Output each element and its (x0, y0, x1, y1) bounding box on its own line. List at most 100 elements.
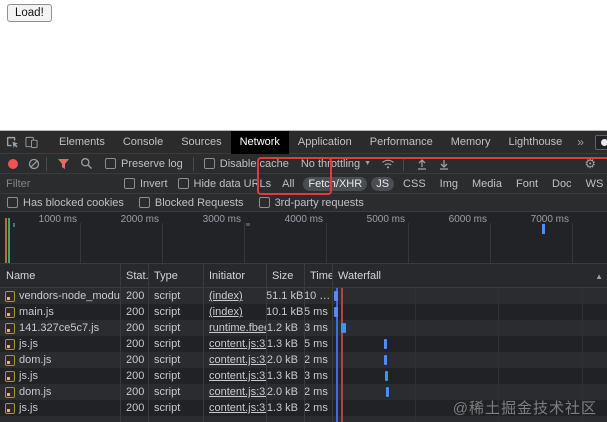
overview-dcl-event-line (8, 218, 10, 263)
preserve-log-checkbox[interactable] (105, 158, 116, 169)
pill-css[interactable]: CSS (398, 177, 431, 191)
pill-img[interactable]: Img (435, 177, 463, 191)
request-initiator-link[interactable]: content.js:32 (203, 336, 266, 352)
blocked-requests-label: Blocked Requests (154, 196, 244, 209)
advanced-filters-bar: Has blocked cookies Blocked Requests 3rd… (0, 194, 607, 212)
waterfall-bar[interactable] (384, 339, 387, 349)
pill-js[interactable]: JS (371, 176, 395, 191)
invert-checkbox[interactable] (124, 178, 135, 189)
ruler-gridline (326, 223, 327, 263)
request-status: 200 (126, 338, 145, 350)
record-button[interactable] (8, 158, 18, 169)
clear-icon[interactable] (28, 158, 40, 170)
preserve-log-toggle[interactable]: Preserve log (105, 158, 183, 170)
pill-font[interactable]: Font (511, 177, 543, 191)
screen: Load! Elements Console Sources Network A… (0, 0, 607, 422)
request-initiator-link[interactable]: content.js:32 (203, 352, 266, 368)
tab-performance[interactable]: Performance (361, 131, 442, 154)
column-divider[interactable] (266, 264, 267, 422)
third-party-toggle[interactable]: 3rd-party requests (258, 197, 364, 209)
request-name: js.js (19, 402, 38, 414)
col-time[interactable]: Time (304, 270, 332, 282)
request-initiator-link[interactable]: (index) (203, 288, 266, 304)
more-tabs-icon[interactable]: » (571, 135, 590, 149)
pill-doc[interactable]: Doc (547, 177, 577, 191)
request-initiator-link[interactable]: runtime.fbee… (203, 320, 266, 336)
request-type: script (154, 290, 181, 302)
network-conditions-icon[interactable] (381, 158, 395, 169)
script-file-icon (5, 322, 15, 334)
inspect-element-icon[interactable] (6, 134, 19, 150)
tab-network[interactable]: Network (230, 130, 289, 154)
third-party-checkbox[interactable] (258, 197, 270, 208)
request-time: 2 ms (304, 402, 328, 414)
invert-toggle[interactable]: Invert (124, 178, 168, 190)
devtools-panel: Elements Console Sources Network Applica… (0, 130, 607, 422)
has-blocked-cookies-label: Has blocked cookies (23, 196, 124, 209)
col-waterfall[interactable]: Waterfall (332, 270, 607, 282)
disable-cache-checkbox[interactable] (203, 158, 215, 169)
request-status: 200 (126, 306, 145, 318)
tab-memory[interactable]: Memory (442, 131, 500, 154)
has-blocked-cookies-checkbox[interactable] (7, 197, 18, 208)
tab-console[interactable]: Console (114, 131, 172, 154)
request-size: 2.0 kB (266, 354, 298, 366)
waterfall-bar[interactable] (334, 291, 338, 301)
divider (192, 156, 194, 171)
blocked-requests-checkbox[interactable] (138, 197, 150, 208)
request-type: script (154, 354, 181, 366)
tab-lighthouse[interactable]: Lighthouse (499, 131, 571, 154)
pill-media[interactable]: Media (467, 177, 507, 191)
column-divider[interactable] (332, 264, 333, 422)
col-status[interactable]: Stat.. (120, 270, 148, 282)
col-name[interactable]: Name (0, 270, 120, 282)
column-divider[interactable] (148, 264, 149, 422)
waterfall-gridline (415, 288, 416, 422)
network-overview[interactable]: 1000 ms 2000 ms 3000 ms 4000 ms 5000 ms … (0, 212, 607, 264)
request-initiator-link[interactable]: content.js:32 (203, 400, 266, 416)
blocked-requests-toggle[interactable]: Blocked Requests (138, 196, 244, 209)
column-divider[interactable] (120, 264, 121, 422)
col-type[interactable]: Type (148, 270, 203, 282)
script-file-icon (5, 290, 15, 302)
tab-sources[interactable]: Sources (172, 131, 230, 154)
request-type: script (154, 322, 181, 334)
annotation-red-box (257, 157, 332, 195)
column-divider[interactable] (203, 264, 204, 422)
request-name: vendors-node_modules_… (19, 290, 120, 302)
request-time: 2 ms (304, 386, 328, 398)
waterfall-bar[interactable] (341, 323, 346, 333)
tab-elements[interactable]: Elements (50, 131, 114, 154)
overview-request-bar (542, 224, 545, 234)
col-initiator[interactable]: Initiator (203, 270, 266, 282)
request-initiator-link[interactable]: (index) (203, 304, 266, 320)
pill-ws[interactable]: WS (581, 177, 607, 191)
waterfall-bar[interactable] (385, 371, 388, 381)
console-count-badge[interactable]: 1 (594, 134, 607, 150)
col-size[interactable]: Size (266, 270, 304, 282)
request-size: 10.1 kB (266, 306, 304, 318)
filter-funnel-icon[interactable] (57, 158, 70, 170)
has-blocked-cookies-toggle[interactable]: Has blocked cookies (7, 197, 124, 209)
request-time: 5 ms (304, 338, 328, 350)
export-har-icon[interactable] (438, 158, 450, 170)
request-initiator-link[interactable]: content.js:32 (203, 384, 266, 400)
search-icon[interactable] (80, 157, 93, 170)
request-status: 200 (126, 402, 145, 414)
device-toolbar-icon[interactable] (25, 134, 38, 150)
request-type: script (154, 338, 181, 350)
waterfall-bar[interactable] (386, 387, 389, 397)
tab-application[interactable]: Application (289, 131, 361, 154)
ruler-gridline (572, 223, 573, 263)
column-divider[interactable] (304, 264, 305, 422)
waterfall-bar[interactable] (384, 355, 387, 365)
request-name: 141.327ce5c7.js (19, 322, 100, 334)
hide-data-urls-checkbox[interactable] (177, 178, 189, 189)
import-har-icon[interactable] (416, 158, 428, 170)
load-button[interactable]: Load! (7, 4, 52, 22)
script-file-icon (5, 386, 15, 398)
filter-input[interactable] (6, 177, 118, 190)
waterfall-bar[interactable] (334, 307, 338, 317)
request-initiator-link[interactable]: content.js:32 (203, 368, 266, 384)
invert-label: Invert (140, 177, 168, 190)
